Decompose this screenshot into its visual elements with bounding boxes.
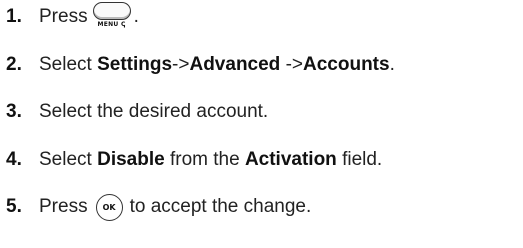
- field-activation: Activation: [244, 149, 337, 170]
- menu-path-separator: ->: [172, 54, 190, 75]
- step-text: Press: [39, 6, 88, 27]
- menu-key-cap: [92, 2, 131, 20]
- step-number: 1.: [6, 6, 22, 27]
- step-text: Select: [39, 54, 98, 75]
- menu-path-settings: Settings: [97, 54, 173, 75]
- step-text: Select: [39, 149, 98, 170]
- menu-path-accounts: Accounts: [303, 54, 390, 75]
- step-text: Press: [39, 196, 88, 217]
- menu-key-icon: MENU ↅ: [92, 2, 131, 28]
- instruction-steps: 1. Press MENU ↅ . 2. Select Settings -> …: [0, 0, 523, 248]
- step-1: 1. Press MENU ↅ .: [6, 0, 139, 34]
- step-2: 2. Select Settings -> Advanced -> Accoun…: [6, 48, 395, 82]
- step-4: 4. Select Disable from the Activation fi…: [6, 143, 382, 177]
- step-text-end: field.: [336, 149, 383, 170]
- option-disable: Disable: [97, 149, 165, 170]
- step-number: 5.: [6, 196, 22, 217]
- menu-path-separator: ->: [280, 54, 303, 75]
- step-text-end: .: [389, 54, 395, 75]
- ok-key-icon: OK: [95, 193, 123, 221]
- menu-path-advanced: Advanced: [189, 54, 281, 75]
- step-5: 5. Press OK to accept the change.: [6, 190, 311, 224]
- step-number: 4.: [6, 149, 22, 170]
- step-number: 2.: [6, 54, 22, 75]
- step-text-end: .: [133, 6, 139, 27]
- step-text-end: to accept the change.: [129, 196, 312, 217]
- step-text: Select the desired account.: [39, 101, 269, 122]
- step-text-mid: from the: [164, 149, 245, 170]
- step-3: 3. Select the desired account.: [6, 95, 268, 129]
- menu-key-label: MENU ↅ: [97, 21, 126, 28]
- step-number: 3.: [6, 101, 22, 122]
